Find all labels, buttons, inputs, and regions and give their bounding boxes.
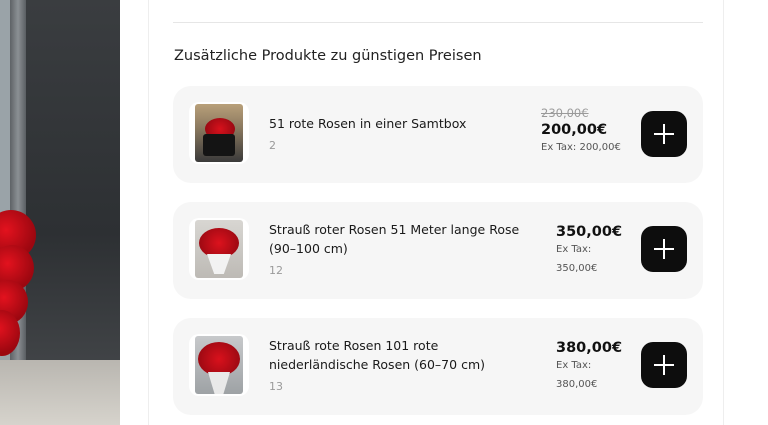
additional-products-panel: Zusätzliche Produkte zu günstigen Preise… [148,0,724,425]
product-thumbnail[interactable] [189,334,249,396]
background-photo [0,0,120,425]
product-thumbnail[interactable] [189,102,249,164]
price: 380,00€ [556,340,623,356]
ex-tax-label: Ex Tax: [556,360,592,371]
floor [0,360,120,425]
add-to-cart-button[interactable] [641,342,687,388]
product-image [195,104,243,162]
price-box: 380,00€ Ex Tax: 380,00€ [556,338,622,394]
ex-tax-label: Ex Tax: [556,244,592,255]
price-box: 230,00€ 200,00€ Ex Tax: 200,00€ [541,106,621,157]
plus-icon [654,355,674,375]
ex-tax-value: 350,00€ [556,263,598,274]
product-image [195,336,243,394]
product-quantity: 13 [269,380,283,393]
price: 200,00€ [541,122,608,138]
product-card: 51 rote Rosen in einer Samtbox 2 230,00€… [173,86,703,183]
product-quantity: 2 [269,139,276,152]
plus-icon [654,239,674,259]
product-thumbnail[interactable] [189,218,249,280]
price: 350,00€ [556,224,623,240]
ex-tax-price: Ex Tax: 200,00€ [541,142,621,153]
product-name[interactable]: Strauß roter Rosen 51 Meter lange Rose (… [269,220,539,258]
product-name[interactable]: 51 rote Rosen in einer Samtbox [269,114,539,133]
add-to-cart-button[interactable] [641,111,687,157]
old-price: 230,00€ [541,106,589,120]
price-box: 350,00€ Ex Tax: 350,00€ [556,222,622,278]
product-quantity: 12 [269,264,283,277]
ex-tax-value: 380,00€ [556,379,598,390]
product-card: Strauß rote Rosen 101 rote niederländisc… [173,318,703,415]
plus-icon [654,124,674,144]
section-title: Zusätzliche Produkte zu günstigen Preise… [174,48,482,64]
product-image [195,220,243,278]
product-card: Strauß roter Rosen 51 Meter lange Rose (… [173,202,703,299]
divider [173,22,703,23]
add-to-cart-button[interactable] [641,226,687,272]
product-name[interactable]: Strauß rote Rosen 101 rote niederländisc… [269,336,539,374]
